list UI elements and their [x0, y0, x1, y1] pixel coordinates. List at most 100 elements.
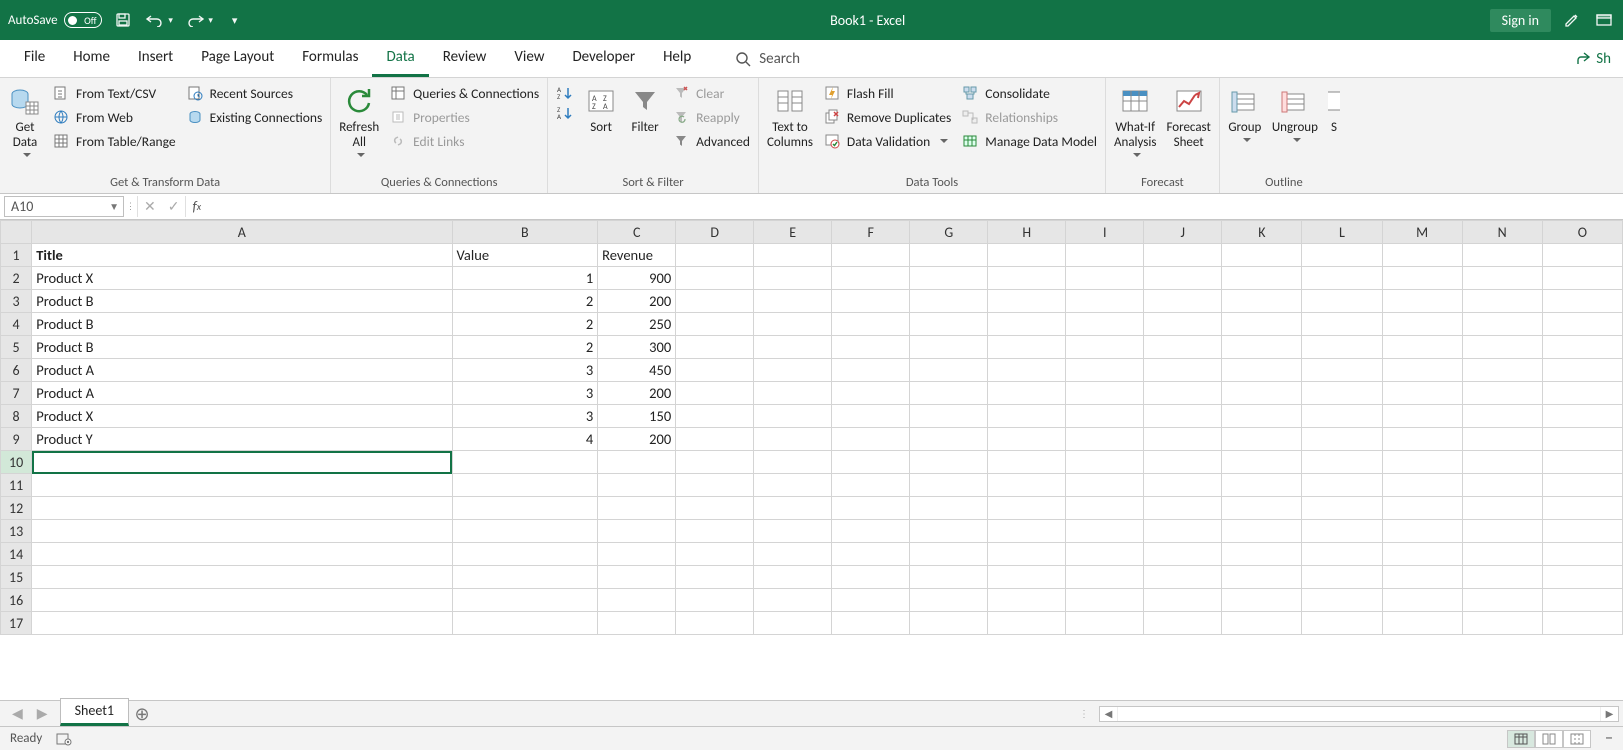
cell-H6[interactable]	[988, 359, 1066, 382]
row-header-13[interactable]: 13	[1, 520, 32, 543]
cell-K7[interactable]	[1222, 382, 1302, 405]
cell-D13[interactable]	[676, 520, 754, 543]
tab-file[interactable]: File	[10, 40, 59, 77]
cell-J17[interactable]	[1144, 612, 1222, 635]
cell-D1[interactable]	[676, 244, 754, 267]
from-web-button[interactable]: From Web	[52, 108, 176, 126]
row-header-15[interactable]: 15	[1, 566, 32, 589]
cell-E12[interactable]	[754, 497, 832, 520]
cell-L13[interactable]	[1302, 520, 1382, 543]
data-validation-button[interactable]: Data Validation	[823, 132, 951, 150]
col-header-I[interactable]: I	[1066, 221, 1144, 244]
cell-G16[interactable]	[910, 589, 988, 612]
cell-J5[interactable]	[1144, 336, 1222, 359]
row-header-1[interactable]: 1	[1, 244, 32, 267]
col-header-G[interactable]: G	[910, 221, 988, 244]
row-header-17[interactable]: 17	[1, 612, 32, 635]
cell-L2[interactable]	[1302, 267, 1382, 290]
cell-E3[interactable]	[754, 290, 832, 313]
enter-icon[interactable]: ✓	[168, 198, 180, 215]
cell-O13[interactable]	[1542, 520, 1622, 543]
cell-J3[interactable]	[1144, 290, 1222, 313]
cell-H12[interactable]	[988, 497, 1066, 520]
from-table-range-button[interactable]: From Table/Range	[52, 132, 176, 150]
cell-F7[interactable]	[832, 382, 910, 405]
row-header-3[interactable]: 3	[1, 290, 32, 313]
cell-L14[interactable]	[1302, 543, 1382, 566]
cell-I2[interactable]	[1066, 267, 1144, 290]
cell-E2[interactable]	[754, 267, 832, 290]
cell-H1[interactable]	[988, 244, 1066, 267]
cell-E8[interactable]	[754, 405, 832, 428]
cell-A6[interactable]: Product A	[32, 359, 452, 382]
cell-G4[interactable]	[910, 313, 988, 336]
cell-C16[interactable]	[598, 589, 676, 612]
cell-K4[interactable]	[1222, 313, 1302, 336]
relationships-button[interactable]: Relationships	[961, 108, 1097, 126]
cell-N6[interactable]	[1462, 359, 1542, 382]
row-header-14[interactable]: 14	[1, 543, 32, 566]
cell-H7[interactable]	[988, 382, 1066, 405]
autosave-switch[interactable]: Off	[64, 12, 102, 28]
cell-M1[interactable]	[1382, 244, 1462, 267]
row-header-5[interactable]: 5	[1, 336, 32, 359]
scroll-right-icon[interactable]: ▶	[1600, 707, 1618, 721]
cell-N1[interactable]	[1462, 244, 1542, 267]
cell-D12[interactable]	[676, 497, 754, 520]
cell-B14[interactable]	[452, 543, 598, 566]
cell-D2[interactable]	[676, 267, 754, 290]
cell-B9[interactable]: 4	[452, 428, 598, 451]
cell-G5[interactable]	[910, 336, 988, 359]
cell-E10[interactable]	[754, 451, 832, 474]
cell-N10[interactable]	[1462, 451, 1542, 474]
cell-N8[interactable]	[1462, 405, 1542, 428]
undo-icon[interactable]: ▾	[144, 9, 174, 31]
cell-J8[interactable]	[1144, 405, 1222, 428]
scroll-left-icon[interactable]: ◀	[1100, 707, 1118, 721]
cell-C1[interactable]: Revenue	[598, 244, 676, 267]
get-data-button[interactable]: Get Data	[8, 82, 42, 159]
cell-L6[interactable]	[1302, 359, 1382, 382]
cell-G11[interactable]	[910, 474, 988, 497]
cell-I12[interactable]	[1066, 497, 1144, 520]
cell-B2[interactable]: 1	[452, 267, 598, 290]
cell-D4[interactable]	[676, 313, 754, 336]
row-header-4[interactable]: 4	[1, 313, 32, 336]
cell-J4[interactable]	[1144, 313, 1222, 336]
cell-J1[interactable]	[1144, 244, 1222, 267]
cell-B16[interactable]	[452, 589, 598, 612]
cell-E13[interactable]	[754, 520, 832, 543]
row-header-10[interactable]: 10	[1, 451, 32, 474]
cell-H10[interactable]	[988, 451, 1066, 474]
cell-A4[interactable]: Product B	[32, 313, 452, 336]
col-header-D[interactable]: D	[676, 221, 754, 244]
tab-view[interactable]: View	[500, 40, 558, 77]
save-icon[interactable]	[112, 9, 134, 31]
cell-B8[interactable]: 3	[452, 405, 598, 428]
cell-N9[interactable]	[1462, 428, 1542, 451]
cell-O17[interactable]	[1542, 612, 1622, 635]
cell-I9[interactable]	[1066, 428, 1144, 451]
cell-K8[interactable]	[1222, 405, 1302, 428]
cell-B10[interactable]	[452, 451, 598, 474]
cell-F13[interactable]	[832, 520, 910, 543]
cell-O11[interactable]	[1542, 474, 1622, 497]
sort-button[interactable]: AZZA Sort	[584, 82, 618, 136]
cell-J14[interactable]	[1144, 543, 1222, 566]
cell-I6[interactable]	[1066, 359, 1144, 382]
cell-A10[interactable]	[32, 451, 452, 474]
cell-K13[interactable]	[1222, 520, 1302, 543]
cell-G15[interactable]	[910, 566, 988, 589]
cell-C7[interactable]: 200	[598, 382, 676, 405]
cell-E15[interactable]	[754, 566, 832, 589]
cell-C5[interactable]: 300	[598, 336, 676, 359]
cell-F16[interactable]	[832, 589, 910, 612]
macro-record-icon[interactable]	[56, 732, 72, 746]
cell-F15[interactable]	[832, 566, 910, 589]
refresh-all-button[interactable]: Refresh All	[339, 82, 379, 159]
cell-N14[interactable]	[1462, 543, 1542, 566]
horizontal-scrollbar[interactable]: ◀ ▶	[1099, 706, 1619, 722]
view-page-layout-button[interactable]	[1535, 730, 1563, 748]
cell-M12[interactable]	[1382, 497, 1462, 520]
cell-F14[interactable]	[832, 543, 910, 566]
